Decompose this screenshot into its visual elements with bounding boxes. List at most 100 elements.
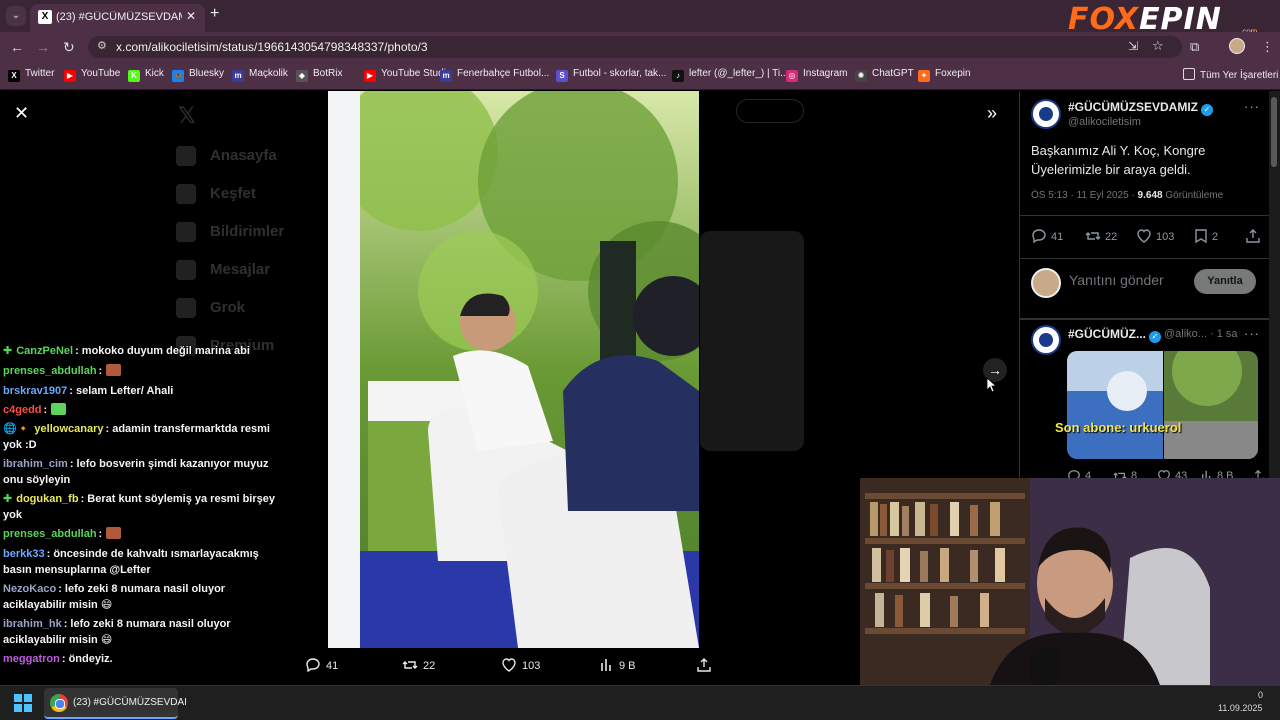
repost-button[interactable]: 22 <box>1085 228 1117 244</box>
ghost-nav-label: Keşfet <box>210 185 256 202</box>
bookmark-9[interactable]: ♪ lefter (@_lefter_) | Ti... <box>672 68 788 84</box>
bookmark-8[interactable]: S Futbol - skorlar, tak... <box>556 68 666 84</box>
chat-message: prenses_abdullah: <box>3 526 278 542</box>
all-bookmarks-folder[interactable]: Tüm Yer İşaretleri <box>1183 68 1278 84</box>
profile-avatar[interactable] <box>1229 38 1245 54</box>
browser-tab[interactable]: X (23) #GÜCÜMÜZSEVDAMIZ (@ ✕ <box>30 4 205 32</box>
reload-icon[interactable]: ↻ <box>63 39 75 56</box>
author-name[interactable]: #GÜCÜMÜZSEVDAMIZ ✓ <box>1068 100 1214 116</box>
expand-panel-icon[interactable]: » <box>987 103 997 124</box>
forward-arrow-icon[interactable]: → <box>36 39 50 55</box>
bookmark-star-icon[interactable]: ☆ <box>1152 38 1164 54</box>
close-icon[interactable]: ✕ <box>14 103 29 124</box>
taskbar-time[interactable]: 0 <box>1258 690 1263 700</box>
bookmark-3[interactable]: 🦋 Bluesky <box>172 68 224 84</box>
ghost-nav-label: Anasayfa <box>210 147 277 164</box>
chat-badge-icon: ✚ <box>3 493 13 505</box>
chat-username[interactable]: ibrahim_cim <box>3 458 68 470</box>
reply-media[interactable] <box>1067 351 1258 459</box>
last-subscriber-overlay: Son abone: urkuerol <box>1055 420 1182 435</box>
ghost-nav-label: Mesajlar <box>210 261 271 278</box>
photo-reply-button[interactable]: 41 <box>305 657 338 673</box>
tab-close-icon[interactable]: ✕ <box>186 9 196 23</box>
bookmark-12[interactable]: ✦ Foxepin <box>918 68 971 84</box>
bookmark-0[interactable]: X Twitter <box>8 68 54 84</box>
share-icon <box>697 658 711 672</box>
chat-message: prenses_abdullah: <box>3 363 278 379</box>
bookmark-6[interactable]: ▶ YouTube Studio <box>364 68 451 84</box>
tweet-photo[interactable] <box>328 91 699 648</box>
extensions-icon[interactable]: ⧉ <box>1190 39 1199 55</box>
x-logo-icon: 𝕏 <box>178 103 196 128</box>
bookmark-2[interactable]: K Kick <box>128 68 164 84</box>
bookmark-7[interactable]: m Fenerbahçe Futbol... <box>440 68 549 84</box>
chat-username[interactable]: berkk33 <box>3 548 45 560</box>
bookmark-11[interactable]: ✺ ChatGPT <box>855 68 914 84</box>
bookmark-5[interactable]: ◆ BotRix <box>296 68 342 84</box>
reply-author-name[interactable]: #GÜCÜMÜZ... ✓ <box>1068 327 1161 343</box>
url-field[interactable]: ⚙ x.com/alikociletisim/status/1966143054… <box>88 36 1182 58</box>
site-info-icon[interactable]: ⚙ <box>97 39 107 52</box>
like-button[interactable]: 103 <box>1136 228 1174 244</box>
divider <box>1020 258 1270 259</box>
reply-button[interactable]: 41 <box>1031 228 1063 244</box>
ghost-trends-heading <box>850 301 970 317</box>
tab-bar: ⌄ X (23) #GÜCÜMÜZSEVDAMIZ (@ ✕ + FOXEPIN… <box>0 0 1280 37</box>
back-arrow-icon[interactable]: ← <box>10 39 24 55</box>
photo-repost-button[interactable]: 22 <box>402 657 435 673</box>
reply-icon <box>1032 229 1046 244</box>
taskbar-chrome-app[interactable]: (23) #GÜCÜMÜZSEVDAI <box>44 688 187 719</box>
menu-kebab-icon[interactable]: ⋮ <box>1261 39 1274 55</box>
chat-username[interactable]: prenses_abdullah <box>3 365 97 377</box>
bookmark-label: lefter (@_lefter_) | Ti... <box>689 68 789 79</box>
mouse-cursor-icon <box>986 377 996 393</box>
chat-username[interactable]: NezoKaco <box>3 583 56 595</box>
reply-icon <box>306 658 320 673</box>
reply-author-avatar[interactable] <box>1031 325 1061 355</box>
author-handle[interactable]: @alikociletisim <box>1068 116 1141 128</box>
reply-input[interactable]: Yanıtını gönder <box>1069 272 1164 288</box>
chat-message: ✚ CanzPeNel: mokoko duyum değil marina ab… <box>3 343 278 359</box>
folder-icon <box>1183 68 1195 80</box>
scrollbar-thumb[interactable] <box>1271 97 1277 167</box>
repost-icon <box>402 661 418 669</box>
chat-username[interactable]: c4gedd <box>3 404 42 416</box>
photo-like-button[interactable]: 103 <box>501 657 540 673</box>
ghost-nav-label: Grok <box>210 299 246 316</box>
share-button[interactable] <box>1245 228 1265 244</box>
chat-username[interactable]: brskrav1907 <box>3 385 67 397</box>
photo-views-button[interactable]: 9 B <box>600 657 636 673</box>
url-text[interactable]: x.com/alikociletisim/status/196614305479… <box>116 40 428 54</box>
chat-username[interactable]: meggatron <box>3 653 60 665</box>
chat-username[interactable]: ibrahim_hk <box>3 618 62 630</box>
chat-username[interactable]: yellowcanary <box>34 423 103 435</box>
bookmark-1[interactable]: ▶ YouTube <box>64 68 120 84</box>
reply-submit-button[interactable]: Yanıtla <box>1194 269 1256 294</box>
streamer-webcam <box>860 478 1280 685</box>
photo-share-button[interactable] <box>696 657 717 673</box>
chat-message: 🌐🔸 yellowcanary: adamin transfermarktda r… <box>3 421 278 453</box>
chat-badge-icon: ✚ <box>3 345 13 357</box>
more-options-icon[interactable]: ··· <box>1244 99 1260 114</box>
new-tab-button[interactable]: + <box>210 5 219 23</box>
tab-title: (23) #GÜCÜMÜZSEVDAMIZ (@ <box>56 11 182 23</box>
user-avatar[interactable] <box>1031 268 1061 298</box>
taskbar-date[interactable]: 11.09.2025 <box>1218 703 1262 713</box>
bookmark-4[interactable]: m Maçkolik <box>232 68 288 84</box>
reply-author-handle[interactable]: @aliko... · 1 sa <box>1164 328 1238 340</box>
author-avatar[interactable] <box>1031 99 1061 129</box>
bookmark-button[interactable]: 2 <box>1194 228 1218 244</box>
chat-username[interactable]: prenses_abdullah <box>3 528 97 540</box>
windows-start-icon[interactable] <box>14 694 32 712</box>
tab-search-button[interactable]: ⌄ <box>6 6 26 26</box>
bookmark-label: YouTube <box>81 68 121 79</box>
chat-username[interactable]: dogukan_fb <box>16 493 78 505</box>
ghost-nav-icon <box>176 222 196 242</box>
chat-username[interactable]: CanzPeNel <box>16 345 73 357</box>
bookmark-label: Bluesky <box>189 68 225 79</box>
heart-icon <box>1137 229 1151 243</box>
install-app-icon[interactable]: ⇲ <box>1128 39 1138 53</box>
bookmark-10[interactable]: ◎ Instagram <box>786 68 847 84</box>
ghost-nav-icon <box>176 298 196 318</box>
more-options-icon[interactable]: ··· <box>1244 326 1260 341</box>
